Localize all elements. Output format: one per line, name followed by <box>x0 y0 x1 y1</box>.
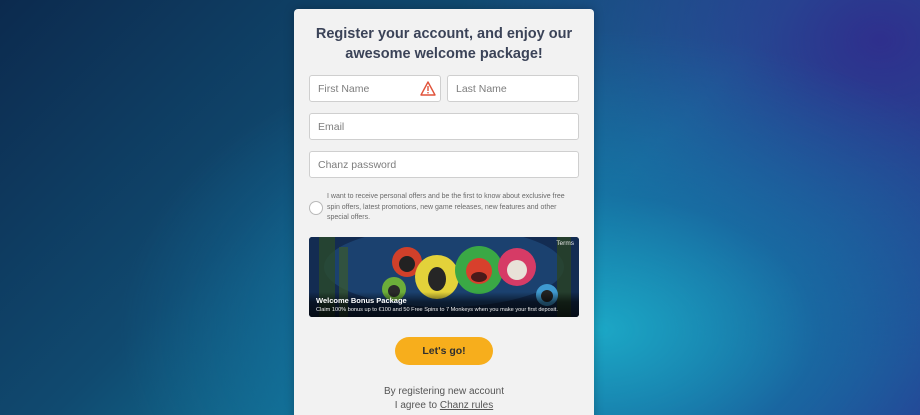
email-field[interactable] <box>309 113 579 140</box>
terms-notice: By registering new account I agree to Ch… <box>294 385 594 412</box>
banner-description: Claim 100% bonus up to €100 and 50 Free … <box>316 307 558 313</box>
warning-icon <box>420 81 436 96</box>
terms-agree-line: I agree to Chanz rules <box>294 399 594 413</box>
submit-button[interactable]: Let's go! <box>395 337 493 365</box>
banner-caption: Welcome Bonus Package Claim 100% bonus u… <box>309 292 579 317</box>
welcome-bonus-banner[interactable]: Terms Welcome Bonus Package Claim 100% b… <box>309 237 579 317</box>
password-field[interactable] <box>309 151 579 178</box>
terms-link[interactable]: Terms <box>556 240 574 247</box>
terms-prefix: I agree to <box>394 399 438 411</box>
consent-checkbox[interactable] <box>309 201 323 215</box>
banner-title: Welcome Bonus Package <box>316 296 407 305</box>
last-name-input[interactable] <box>448 76 578 101</box>
terms-line: By registering new account <box>383 386 505 397</box>
registration-card: Register your account, and enjoy our awe… <box>294 9 594 415</box>
rules-link[interactable]: Chanz rules <box>440 400 493 411</box>
first-name-field[interactable] <box>309 75 441 102</box>
password-input[interactable] <box>310 152 578 177</box>
consent-text: I want to receive personal offers and be… <box>327 193 565 221</box>
email-input[interactable] <box>310 114 578 139</box>
form-heading: Register your account, and enjoy our awe… <box>315 26 573 62</box>
last-name-field[interactable] <box>447 75 579 102</box>
